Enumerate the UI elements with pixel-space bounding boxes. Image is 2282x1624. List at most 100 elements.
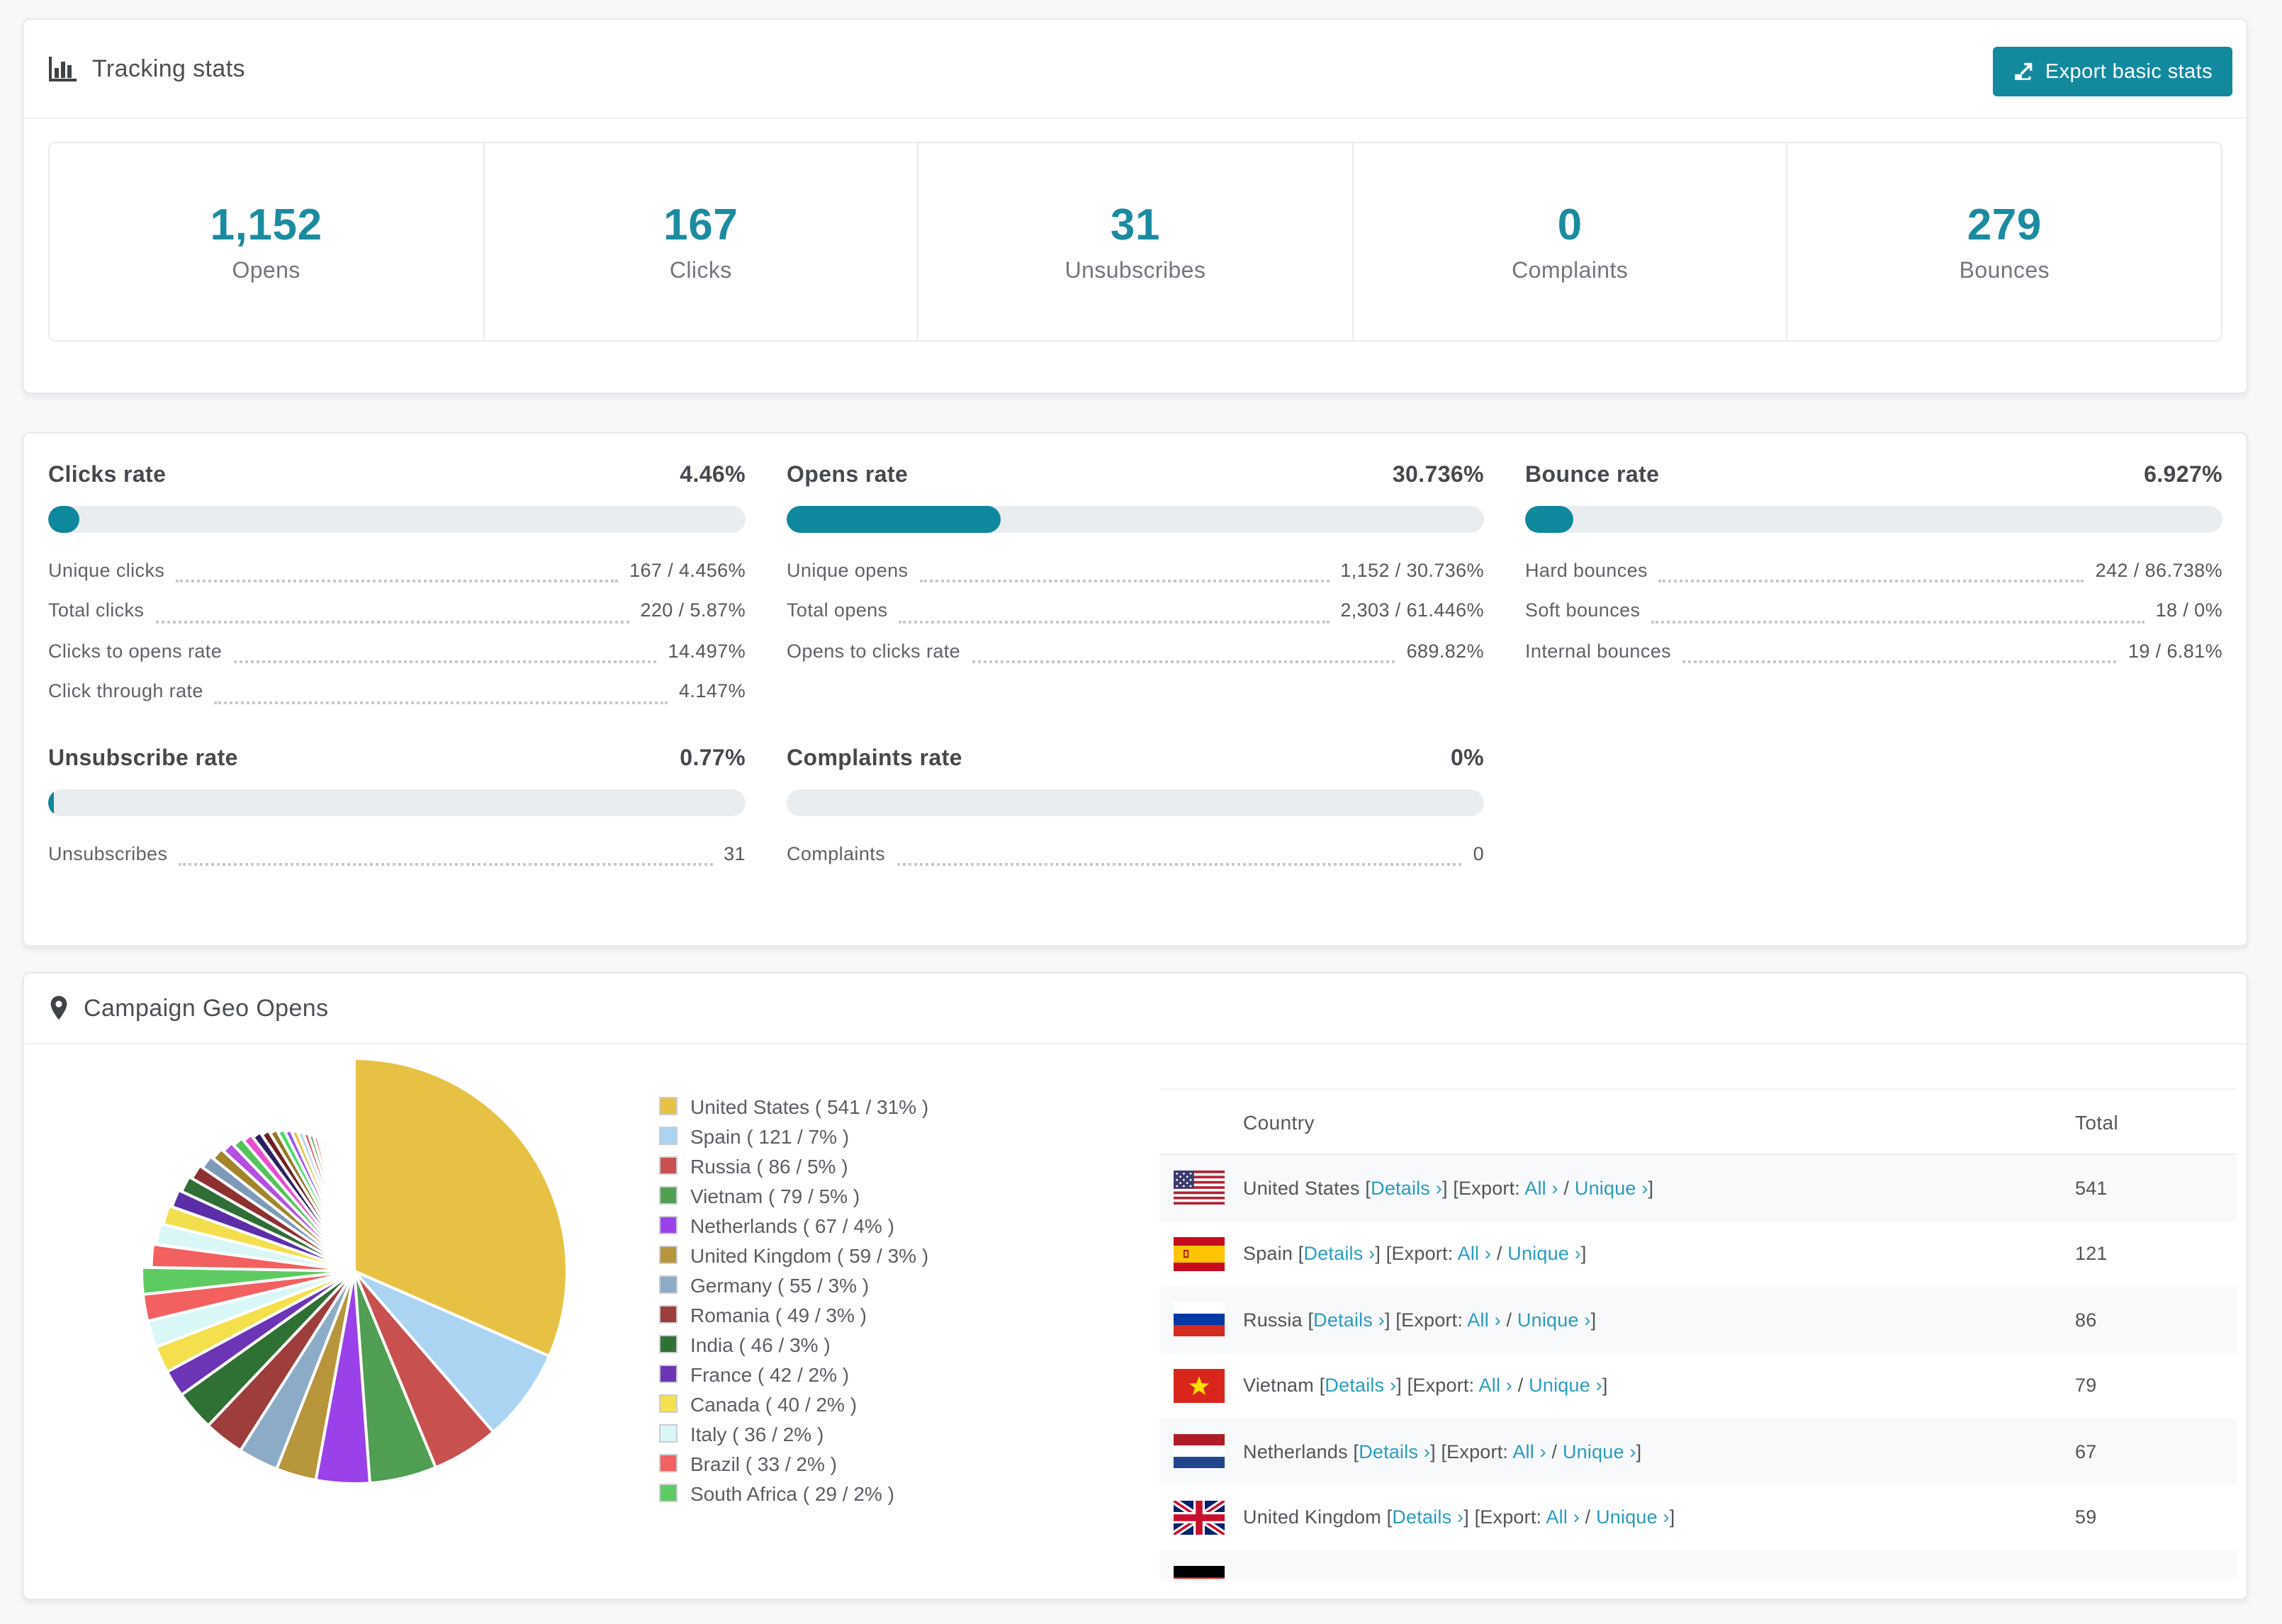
legend-label: Italy ( 36 / 2% ) bbox=[690, 1422, 824, 1445]
rate-block-complaints: Complaints rate 0% Complaints 0 bbox=[787, 740, 1484, 874]
rate-title: Bounce rate bbox=[1525, 463, 1660, 487]
details-link[interactable]: Details › bbox=[1392, 1507, 1463, 1528]
rate-detail-row: Unsubscribes 31 bbox=[48, 833, 746, 874]
export-unique-link[interactable]: Unique › bbox=[1575, 1178, 1648, 1199]
geo-table-header: Country Total bbox=[1159, 1088, 2237, 1155]
rate-detail-row: Soft bounces 18 / 0% bbox=[1525, 590, 2222, 631]
flag-ru-icon bbox=[1174, 1302, 1225, 1337]
rate-detail-value: 2,303 / 61.446% bbox=[1340, 599, 1484, 621]
export-all-link[interactable]: All › bbox=[1458, 1244, 1492, 1265]
legend-item[interactable]: France ( 42 / 2% ) bbox=[659, 1359, 928, 1389]
flag-vn-icon bbox=[1174, 1368, 1225, 1403]
rate-detail-label: Clicks to opens rate bbox=[48, 640, 223, 662]
export-unique-link[interactable]: Unique › bbox=[1596, 1507, 1670, 1528]
legend-swatch bbox=[659, 1246, 678, 1264]
rate-detail-label: Complaints bbox=[787, 842, 886, 864]
rate-detail-value: 19 / 6.81% bbox=[2128, 640, 2222, 662]
export-basic-stats-button[interactable]: Export basic stats bbox=[1992, 47, 2232, 96]
legend-item[interactable]: South Africa ( 29 / 2% ) bbox=[659, 1478, 928, 1508]
rate-value: 4.46% bbox=[680, 463, 746, 487]
details-link[interactable]: Details › bbox=[1359, 1441, 1430, 1462]
dotted-leader bbox=[896, 854, 1462, 867]
legend-item[interactable]: Netherlands ( 67 / 4% ) bbox=[659, 1210, 928, 1240]
rate-block-unsubscribe: Unsubscribe rate 0.77% Unsubscribes 31 bbox=[48, 740, 746, 874]
legend-item[interactable]: United Kingdom ( 59 / 3% ) bbox=[659, 1240, 928, 1270]
country-cell: United States [Details ›] [Export: All ›… bbox=[1243, 1178, 1653, 1199]
table-row bbox=[1159, 1550, 2237, 1579]
rate-rows: Unsubscribes 31 bbox=[48, 833, 746, 874]
legend-item[interactable]: Brazil ( 33 / 2% ) bbox=[659, 1448, 928, 1478]
country-cell: Vietnam [Details ›] [Export: All › / Uni… bbox=[1243, 1375, 1608, 1397]
export-all-link[interactable]: All › bbox=[1546, 1507, 1580, 1528]
export-all-link[interactable]: All › bbox=[1512, 1441, 1546, 1462]
rate-progress-fill bbox=[48, 506, 79, 533]
export-all-link[interactable]: All › bbox=[1479, 1375, 1513, 1397]
country-cell: Spain [Details ›] [Export: All › / Uniqu… bbox=[1243, 1244, 1587, 1265]
bracket-text: ] [Export: bbox=[1375, 1243, 1458, 1265]
legend-label: Spain ( 121 / 7% ) bbox=[690, 1124, 850, 1147]
details-link[interactable]: Details › bbox=[1313, 1309, 1385, 1331]
details-link[interactable]: Details › bbox=[1304, 1244, 1376, 1265]
table-row: Spain [Details ›] [Export: All › / Uniqu… bbox=[1159, 1221, 2237, 1287]
rate-detail-label: Unique clicks bbox=[48, 559, 165, 581]
country-name: Russia bbox=[1243, 1309, 1308, 1331]
rate-progress-bar bbox=[1525, 506, 2222, 533]
dashboard-page: Tracking stats Export basic stats 1,152 O… bbox=[0, 0, 2282, 1624]
rate-block-bounce: Bounce rate 6.927% Hard bounces 242 / 86.73… bbox=[1525, 456, 2222, 711]
legend-item[interactable]: India ( 46 / 3% ) bbox=[659, 1329, 928, 1359]
table-row: United Kingdom [Details ›] [Export: All … bbox=[1159, 1484, 2237, 1550]
export-unique-link[interactable]: Unique › bbox=[1563, 1441, 1636, 1462]
rate-detail-label: Hard bounces bbox=[1525, 559, 1648, 581]
bracket-text: ] [Export: bbox=[1385, 1309, 1468, 1331]
legend-swatch bbox=[659, 1394, 678, 1413]
export-unique-link[interactable]: Unique › bbox=[1517, 1309, 1591, 1331]
rate-rows: Unique opens 1,152 / 30.736% Total opens 2,… bbox=[787, 550, 1484, 671]
table-row: United States [Details ›] [Export: All ›… bbox=[1159, 1155, 2237, 1221]
map-pin-icon bbox=[48, 995, 69, 1022]
details-link[interactable]: Details › bbox=[1371, 1178, 1442, 1199]
rate-detail-row: Hard bounces 242 / 86.738% bbox=[1525, 550, 2222, 590]
bracket-text: ] bbox=[1602, 1375, 1608, 1397]
rate-value: 6.927% bbox=[2144, 463, 2222, 487]
rate-detail-label: Internal bounces bbox=[1525, 640, 1672, 662]
flag-es-icon bbox=[1174, 1236, 1225, 1271]
legend-item[interactable]: Germany ( 55 / 3% ) bbox=[659, 1270, 928, 1299]
total-cell: 59 bbox=[2075, 1506, 2097, 1528]
legend-item[interactable]: Spain ( 121 / 7% ) bbox=[659, 1121, 928, 1151]
export-all-link[interactable]: All › bbox=[1467, 1309, 1501, 1331]
geo-legend: United States ( 541 / 31% ) Spain ( 121 /… bbox=[659, 1091, 928, 1508]
bracket-text: ] [Export: bbox=[1430, 1440, 1513, 1462]
legend-label: Vietnam ( 79 / 5% ) bbox=[690, 1184, 860, 1207]
legend-item[interactable]: Vietnam ( 79 / 5% ) bbox=[659, 1180, 928, 1210]
details-link[interactable]: Details › bbox=[1325, 1375, 1396, 1397]
rate-detail-row: Click through rate 4.147% bbox=[48, 671, 746, 711]
rate-title: Opens rate bbox=[787, 463, 909, 487]
legend-item[interactable]: United States ( 541 / 31% ) bbox=[659, 1091, 928, 1121]
rate-head-bounce: Bounce rate 6.927% bbox=[1525, 463, 2222, 489]
country-name: Spain bbox=[1243, 1243, 1298, 1265]
geo-title: Campaign Geo Opens bbox=[84, 994, 329, 1021]
export-unique-link[interactable]: Unique › bbox=[1507, 1244, 1581, 1265]
dotted-leader bbox=[1682, 651, 2117, 664]
rate-value: 0.77% bbox=[680, 747, 746, 771]
rate-detail-value: 242 / 86.738% bbox=[2095, 559, 2222, 581]
legend-label: France ( 42 / 2% ) bbox=[690, 1363, 850, 1385]
total-cell: 79 bbox=[2075, 1375, 2097, 1397]
country-name: United States bbox=[1243, 1177, 1366, 1199]
rate-detail-value: 0 bbox=[1473, 842, 1484, 864]
legend-item[interactable]: Canada ( 40 / 2% ) bbox=[659, 1389, 928, 1419]
rate-detail-label: Opens to clicks rate bbox=[787, 640, 961, 662]
legend-label: Netherlands ( 67 / 4% ) bbox=[690, 1214, 894, 1236]
export-unique-link[interactable]: Unique › bbox=[1529, 1375, 1602, 1397]
legend-label: South Africa ( 29 / 2% ) bbox=[690, 1482, 894, 1504]
legend-item[interactable]: Romania ( 49 / 3% ) bbox=[659, 1299, 928, 1329]
legend-item[interactable]: Italy ( 36 / 2% ) bbox=[659, 1419, 928, 1448]
rate-head-unsubscribe: Unsubscribe rate 0.77% bbox=[48, 747, 746, 772]
rate-detail-value: 1,152 / 30.736% bbox=[1340, 559, 1484, 581]
separator-text: / bbox=[1579, 1506, 1597, 1528]
rate-head-opens: Opens rate 30.736% bbox=[787, 463, 1484, 489]
legend-item[interactable]: Russia ( 86 / 5% ) bbox=[659, 1151, 928, 1180]
export-all-link[interactable]: All › bbox=[1524, 1178, 1558, 1199]
geo-pie-chart[interactable] bbox=[135, 1051, 574, 1491]
rate-progress-fill bbox=[48, 789, 54, 816]
